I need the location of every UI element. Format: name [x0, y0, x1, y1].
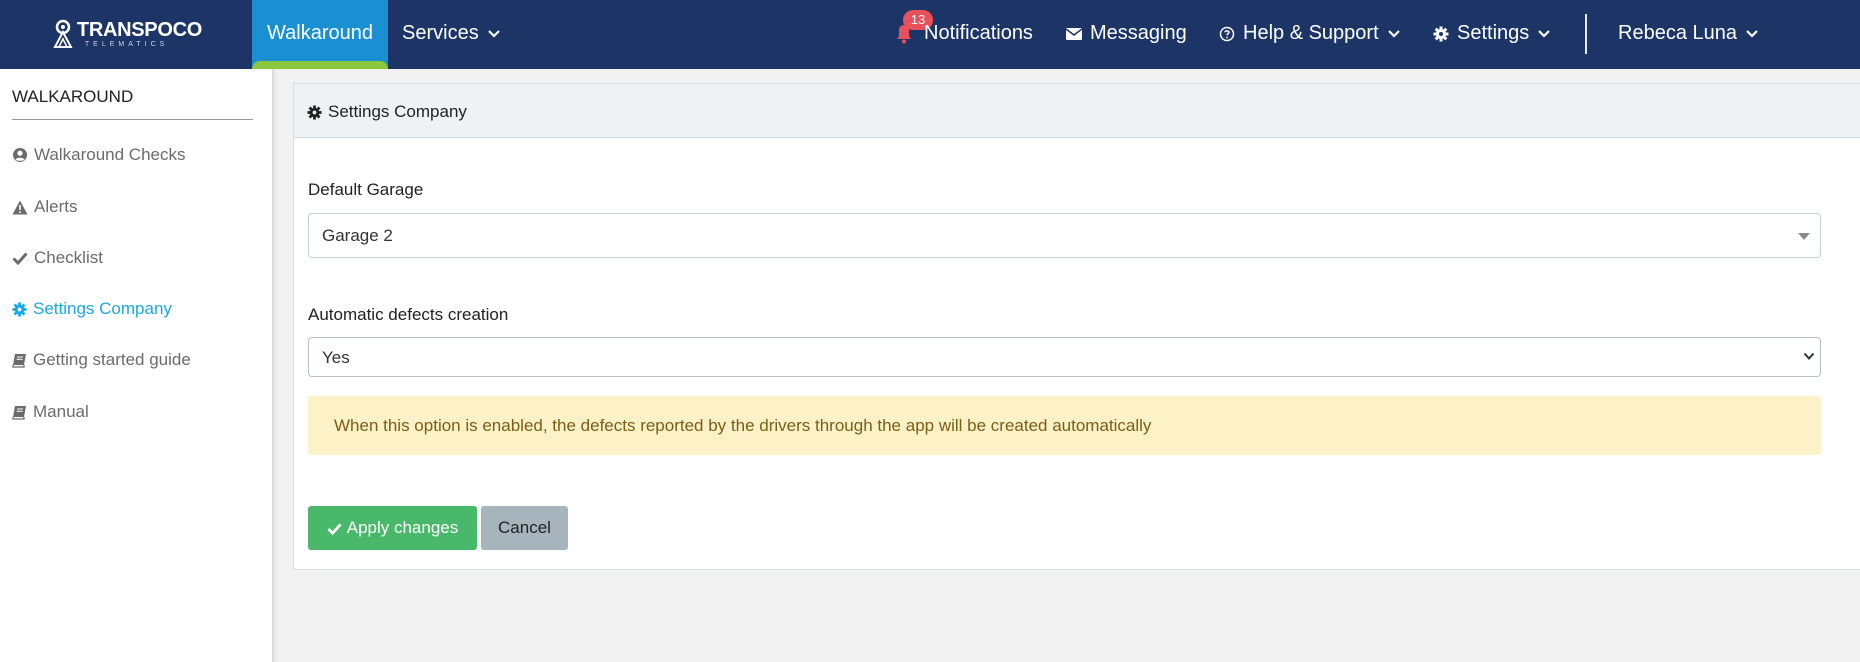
- panel-title-text: Settings Company: [328, 102, 467, 121]
- book-icon: [12, 353, 26, 368]
- sidebar-item-label: Alerts: [34, 197, 78, 216]
- nav-messaging-label: Messaging: [1090, 22, 1187, 44]
- warning-icon: [12, 200, 28, 214]
- sidebar-item-getting-started-guide[interactable]: Getting started guide: [12, 350, 191, 370]
- apply-changes-button[interactable]: Apply changes: [308, 506, 477, 550]
- user-circle-icon: [13, 148, 27, 162]
- nav-tab-walkaround[interactable]: Walkaround: [252, 0, 388, 69]
- nav-messaging[interactable]: Messaging: [1066, 22, 1187, 45]
- logo-brand-text: TRANSPOCO: [76, 19, 202, 41]
- sidebar-item-label: Manual: [33, 402, 89, 421]
- nav-services-dropdown[interactable]: Services: [402, 22, 501, 45]
- alert-text: When this option is enabled, the defects…: [334, 416, 1152, 435]
- sidebar-divider: [12, 119, 253, 120]
- chevron-down-icon: [1387, 29, 1400, 38]
- envelope-icon: [1066, 27, 1082, 40]
- cancel-button[interactable]: Cancel: [481, 506, 568, 550]
- auto-defects-label: Automatic defects creation: [308, 305, 509, 324]
- nav-notifications[interactable]: Notifications: [924, 22, 1033, 45]
- check-icon: [12, 252, 28, 265]
- sidebar-item-checklist[interactable]: Checklist: [12, 248, 103, 268]
- sidebar-item-settings-company[interactable]: Settings Company: [12, 299, 172, 319]
- auto-defects-select[interactable]: Yes: [308, 337, 1821, 377]
- nav-help-support-dropdown[interactable]: Help & Support: [1219, 22, 1401, 45]
- sidebar-title: WALKAROUND: [12, 87, 134, 106]
- book-icon: [12, 405, 26, 420]
- chevron-down-icon: [1803, 352, 1815, 360]
- nav-tab-walkaround-label: Walkaround: [267, 22, 373, 44]
- top-navbar: TRANSPOCO TELEMATICS Walkaround Services…: [0, 0, 1860, 69]
- logo-mark-icon: [53, 19, 73, 48]
- auto-defects-info-alert: When this option is enabled, the defects…: [308, 396, 1821, 455]
- panel-title: Settings Company: [307, 102, 467, 122]
- check-icon: [327, 522, 342, 535]
- sidebar-item-label: Walkaround Checks: [34, 145, 186, 164]
- sidebar-item-label: Getting started guide: [33, 350, 191, 369]
- default-garage-label: Default Garage: [308, 180, 424, 199]
- gear-icon: [12, 301, 27, 317]
- nav-divider: [1585, 14, 1587, 54]
- auto-defects-value: Yes: [322, 348, 350, 367]
- chevron-down-icon: [1746, 29, 1758, 38]
- nav-notifications-label: Notifications: [924, 22, 1033, 44]
- nav-settings-label: Settings: [1457, 22, 1530, 44]
- active-tab-indicator: [252, 61, 388, 69]
- default-garage-select[interactable]: Garage 2: [308, 213, 1821, 258]
- settings-company-panel: Settings Company Default Garage Garage 2…: [293, 83, 1860, 570]
- gear-icon: [307, 104, 322, 120]
- sidebar-edge: [272, 69, 280, 662]
- sidebar-item-alerts[interactable]: Alerts: [12, 197, 77, 217]
- sidebar-item-label: Checklist: [34, 248, 103, 267]
- sidebar-item-manual[interactable]: Manual: [12, 402, 89, 422]
- question-circle-icon: [1219, 26, 1235, 41]
- user-name: Rebeca Luna: [1618, 22, 1737, 44]
- sidebar-item-walkaround-checks[interactable]: Walkaround Checks: [12, 145, 186, 165]
- panel-header: Settings Company: [294, 84, 1860, 138]
- nav-help-support-label: Help & Support: [1243, 22, 1379, 44]
- sidebar: WALKAROUND Walkaround Checks Alerts Chec…: [0, 69, 272, 662]
- nav-settings-dropdown[interactable]: Settings: [1433, 22, 1551, 45]
- nav-services-label: Services: [402, 22, 479, 44]
- sidebar-item-label: Settings Company: [33, 299, 172, 318]
- apply-changes-label: Apply changes: [346, 518, 459, 537]
- chevron-down-icon: [487, 29, 500, 38]
- gear-icon: [1433, 26, 1449, 41]
- default-garage-value: Garage 2: [322, 226, 393, 245]
- cancel-label: Cancel: [498, 518, 551, 537]
- user-menu-dropdown[interactable]: Rebeca Luna: [1618, 22, 1759, 45]
- chevron-down-icon: [1538, 29, 1551, 38]
- caret-down-icon: [1798, 233, 1810, 240]
- logo-sub-text: TELEMATICS: [84, 41, 169, 48]
- transpoco-logo[interactable]: TRANSPOCO TELEMATICS: [52, 17, 202, 51]
